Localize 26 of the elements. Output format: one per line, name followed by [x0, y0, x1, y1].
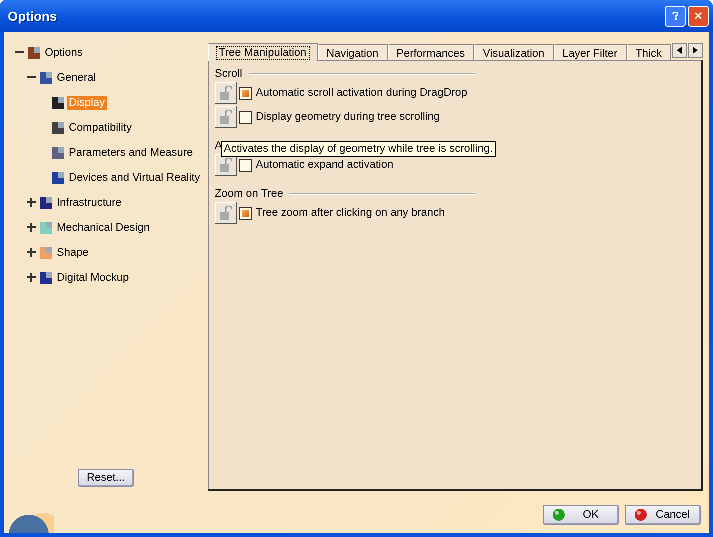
option-label: Display geometry during tree scrolling — [256, 111, 440, 123]
option-label: Automatic expand activation — [256, 159, 394, 171]
ok-button[interactable]: OK — [543, 505, 619, 525]
tab[interactable]: Performances — [388, 44, 474, 60]
tab[interactable]: Layer Filter — [554, 44, 627, 60]
reset-button[interactable]: Reset... — [78, 469, 134, 487]
tree-item[interactable]: Options — [43, 46, 85, 60]
tab[interactable]: Tree Manipulation — [208, 43, 318, 61]
option-label: Tree zoom after clicking on any branch — [256, 207, 446, 219]
tree-item[interactable]: Compatibility — [67, 120, 134, 134]
tree-item[interactable]: Parameters and Measure — [67, 146, 196, 160]
tree-item[interactable]: Infrastructure — [55, 196, 124, 210]
tree-item[interactable]: Shape — [55, 246, 91, 260]
option-label: Automatic scroll activation during DragDrop — [256, 87, 468, 99]
cancel-button[interactable]: Cancel — [625, 505, 701, 525]
tree-item[interactable]: Mechanical Design — [55, 220, 152, 234]
section-title: Scroll — [215, 68, 243, 80]
section-title: Zoom on Tree — [215, 188, 284, 200]
tab[interactable]: Navigation — [318, 44, 388, 60]
tab[interactable]: Thick — [626, 44, 671, 60]
tooltip: Activates the display of geometry while tree is scrolling. — [221, 141, 496, 157]
tree-item[interactable]: Digital Mockup — [55, 270, 132, 284]
tree-item[interactable]: Devices and Virtual Reality — [67, 170, 202, 184]
tab[interactable]: Visualization — [474, 44, 554, 60]
window-title: Options — [8, 8, 58, 24]
tree-item[interactable]: General — [55, 70, 98, 84]
